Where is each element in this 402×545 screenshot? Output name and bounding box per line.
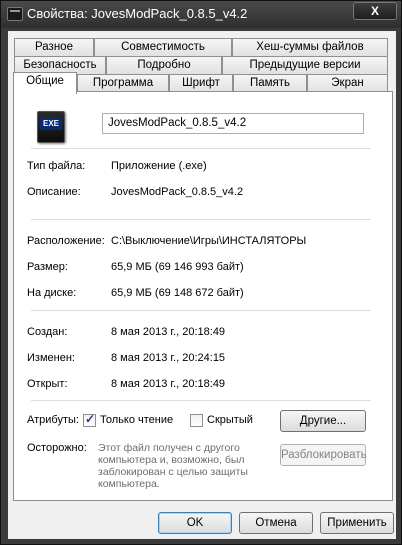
created-label: Создан: [27, 326, 68, 338]
file-name-input[interactable]: JovesModPack_0.8.5_v4.2 [102, 113, 364, 134]
location-label: Расположение: [27, 235, 105, 247]
modified-label: Изменен: [27, 352, 75, 364]
tab-hashes[interactable]: Хеш-суммы файлов [232, 38, 388, 56]
ok-button[interactable]: OK [158, 512, 232, 534]
title-bar[interactable]: Свойства: JovesModPack_0.8.5_v4.2 X [1, 1, 401, 28]
file-type-label: Тип файла: [27, 160, 86, 172]
caution-label: Осторожно: [27, 442, 87, 454]
properties-window: Свойства: JovesModPack_0.8.5_v4.2 X Разн… [0, 0, 402, 545]
hidden-checkbox[interactable] [190, 414, 203, 427]
tab-memory[interactable]: Память [233, 74, 307, 92]
unblock-button[interactable]: Разблокировать [280, 444, 367, 466]
accessed-label: Открыт: [27, 378, 68, 390]
readonly-label[interactable]: Только чтение [100, 414, 173, 426]
cancel-button[interactable]: Отмена [239, 512, 313, 534]
modified-value: 8 мая 2013 г., 20:24:15 [111, 352, 226, 364]
close-button[interactable]: X [353, 2, 397, 20]
caution-text: Этот файл получен с другого компьютера и… [98, 442, 248, 490]
on-disk-value: 65,9 МБ (69 148 672 байт) [111, 287, 244, 299]
attributes-label: Атрибуты: [27, 414, 79, 426]
size-label: Размер: [27, 261, 68, 273]
checkmark-icon: ✓ [84, 412, 96, 426]
apply-button[interactable]: Применить [320, 512, 394, 534]
general-tab-panel: EXE JovesModPack_0.8.5_v4.2 Тип файла: П… [13, 91, 393, 501]
tab-compatibility[interactable]: Совместимость [94, 38, 232, 56]
on-disk-label: На диске: [27, 287, 77, 299]
location-value: C:\Выключение\Игры\ИНСТАЛЯТОРЫ [111, 235, 307, 247]
accessed-value: 8 мая 2013 г., 20:18:49 [111, 378, 226, 390]
other-attributes-button[interactable]: Другие... [280, 410, 366, 432]
tab-general[interactable]: Общие [13, 72, 77, 94]
size-value: 65,9 МБ (69 146 993 байт) [111, 261, 244, 273]
separator [31, 400, 371, 401]
hidden-label[interactable]: Скрытый [207, 414, 253, 426]
exe-icon-label: EXE [40, 118, 62, 130]
created-value: 8 мая 2013 г., 20:18:49 [111, 326, 226, 338]
tab-details[interactable]: Подробно [106, 56, 222, 74]
window-title: Свойства: JovesModPack_0.8.5_v4.2 [27, 6, 248, 21]
tab-previous-versions[interactable]: Предыдущие версии [222, 56, 388, 74]
separator [31, 219, 371, 220]
tab-screen[interactable]: Экран [307, 74, 388, 92]
description-label: Описание: [27, 186, 81, 198]
application-icon [7, 7, 23, 21]
separator [31, 310, 371, 311]
exe-file-icon: EXE [37, 111, 65, 143]
file-type-value: Приложение (.exe) [111, 160, 207, 172]
description-value: JovesModPack_0.8.5_v4.2 [111, 186, 244, 198]
dialog-client-area: Разное Совместимость Хеш-суммы файлов Бе… [8, 31, 396, 539]
tab-misc[interactable]: Разное [14, 38, 94, 56]
readonly-checkbox[interactable]: ✓ [83, 412, 96, 427]
tab-program[interactable]: Программа [77, 74, 169, 92]
separator [31, 148, 371, 149]
tab-font[interactable]: Шрифт [169, 74, 233, 92]
